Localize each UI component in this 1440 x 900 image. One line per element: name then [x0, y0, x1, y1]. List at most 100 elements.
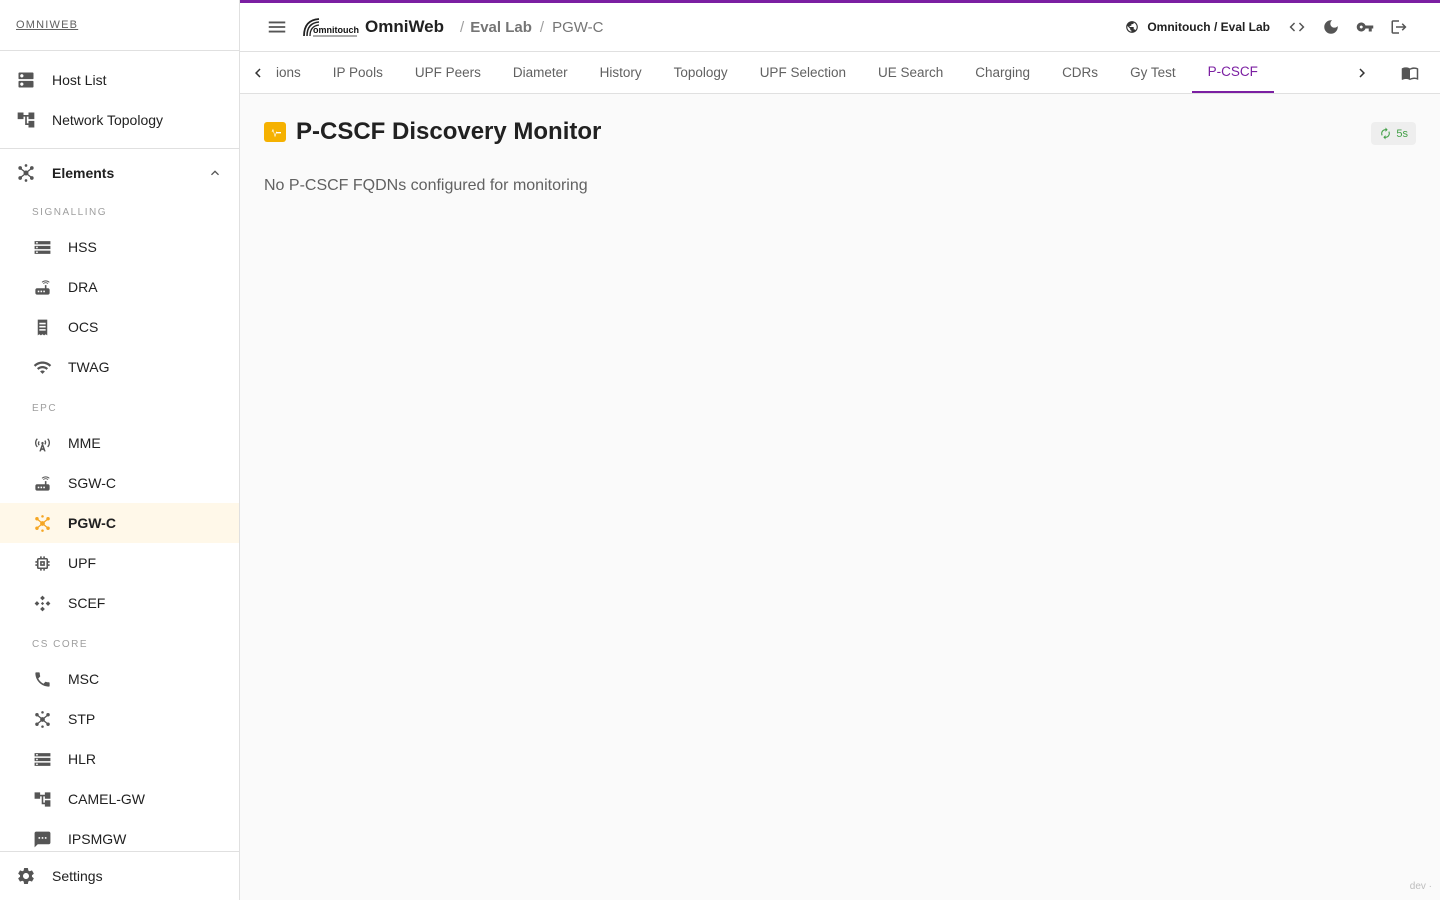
logout-icon	[1391, 20, 1407, 34]
chevron-left-icon	[255, 68, 261, 77]
sidebar-item-scef[interactable]: SCEF	[0, 583, 239, 623]
section-label-epc: EPC	[32, 402, 58, 414]
page-title: P-CSCF Discovery Monitor	[296, 118, 602, 145]
tab-history[interactable]: History	[584, 52, 658, 93]
router-icon	[32, 277, 52, 297]
monitor-heart-icon	[264, 122, 286, 142]
sidebar-item-sgw-c[interactable]: SGW-C	[0, 463, 239, 503]
sidebar-item-twag[interactable]: TWAG	[0, 347, 239, 387]
sidebar-item-label: UPF	[68, 555, 96, 571]
section-label-cs-core: CS CORE	[32, 638, 89, 650]
router-icon	[32, 473, 52, 493]
sidebar-item-label: OCS	[68, 319, 99, 335]
tabs-viewport: Sessions IP Pools UPF Peers Diameter His…	[276, 52, 1344, 93]
sidebar-item-label: CAMEL-GW	[68, 791, 145, 807]
app-title: OmniWeb	[365, 17, 445, 36]
wifi-icon	[32, 357, 52, 377]
hub-icon	[16, 163, 36, 183]
main-content: P-CSCF Discovery Monitor 5s No P-CSCF FQ…	[240, 94, 1440, 900]
top-actions: Omnitouch / Eval Lab	[1125, 10, 1416, 44]
storage-icon	[32, 749, 52, 769]
tab-ue-search[interactable]: UE Search	[862, 52, 959, 93]
top-app-bar: omnitouch OmniWeb / Eval Lab / PGW-C Omn…	[240, 0, 1440, 52]
sidebar-item-hss[interactable]: HSS	[0, 227, 239, 267]
hub-icon	[32, 709, 52, 729]
elements-group-toggle[interactable]: Elements	[0, 149, 239, 197]
sidebar-item-ocs[interactable]: OCS	[0, 307, 239, 347]
sidebar-item-label: TWAG	[68, 359, 110, 375]
sidebar-item-label: IPSMGW	[68, 831, 127, 847]
docs-button[interactable]	[1380, 52, 1440, 93]
sidebar-item-label: HLR	[68, 751, 97, 767]
sidebar-item-label: MME	[68, 435, 101, 451]
dark-mode-toggle[interactable]	[1314, 10, 1348, 44]
tab-gy-test[interactable]: Gy Test	[1114, 52, 1192, 93]
sms-icon	[32, 829, 52, 849]
menu-button[interactable]	[253, 3, 301, 51]
sidebar-item-mme[interactable]: MME	[0, 423, 239, 463]
sidebar-item-host-list[interactable]: Host List	[0, 60, 239, 100]
page-header: P-CSCF Discovery Monitor	[264, 118, 601, 146]
sidebar: OMNIWEB Host List Network Topology Eleme…	[0, 0, 240, 900]
sidebar-item-label: HSS	[68, 239, 97, 255]
tab-ip-pools[interactable]: IP Pools	[317, 52, 399, 93]
sidebar-item-network-topology[interactable]: Network Topology	[0, 100, 239, 140]
code-icon	[1289, 22, 1305, 32]
memory-icon	[32, 553, 52, 573]
sidebar-item-dra[interactable]: DRA	[0, 267, 239, 307]
menu-icon	[268, 21, 286, 33]
sidebar-item-pgw-c[interactable]: PGW-C	[0, 503, 239, 543]
sidebar-item-label: Host List	[52, 72, 107, 88]
breadcrumb-eval-lab[interactable]: Eval Lab	[470, 19, 532, 36]
sidebar-item-label: STP	[68, 711, 96, 727]
receipt-icon	[32, 317, 52, 337]
cell-tower-icon	[32, 433, 52, 453]
logo-wordmark: omnitouch	[313, 25, 359, 35]
sidebar-item-hlr[interactable]: HLR	[0, 739, 239, 779]
api-button[interactable]	[1280, 10, 1314, 44]
sidebar-item-label: SGW-C	[68, 475, 116, 491]
nav-top: Host List Network Topology	[0, 51, 239, 149]
key-icon	[1356, 22, 1374, 32]
sidebar-item-label: Network Topology	[52, 112, 164, 128]
brand-link[interactable]: OMNIWEB	[16, 19, 78, 31]
tab-upf-peers[interactable]: UPF Peers	[399, 52, 497, 93]
credentials-button[interactable]	[1348, 10, 1382, 44]
site-selector[interactable]: Omnitouch / Eval Lab	[1125, 20, 1270, 34]
sidebar-item-upf[interactable]: UPF	[0, 543, 239, 583]
section-label-signalling: SIGNALLING	[32, 206, 108, 218]
tab-cdrs[interactable]: CDRs	[1046, 52, 1114, 93]
sidebar-item-label: DRA	[68, 279, 98, 295]
tab-charging[interactable]: Charging	[959, 52, 1046, 93]
tab-topology[interactable]: Topology	[658, 52, 744, 93]
empty-state-message: No P-CSCF FQDNs configured for monitorin…	[264, 177, 588, 194]
dns-icon	[16, 70, 36, 90]
tab-scroll-right[interactable]	[1344, 52, 1380, 93]
account-tree-icon	[16, 110, 36, 130]
sidebar-item-msc[interactable]: MSC	[0, 659, 239, 699]
breadcrumb-pgw-c: PGW-C	[552, 18, 604, 36]
sidebar-item-settings[interactable]: Settings	[0, 851, 239, 900]
storage-icon	[32, 237, 52, 257]
sidebar-item-label: PGW-C	[68, 515, 116, 531]
tab-scroll-left[interactable]	[240, 52, 276, 93]
gear-icon	[16, 866, 36, 886]
refresh-interval-badge[interactable]: 5s	[1371, 122, 1416, 145]
menu-book-icon	[1401, 66, 1419, 80]
tab-upf-selection[interactable]: UPF Selection	[744, 52, 862, 93]
account-tree-icon	[32, 789, 52, 809]
omnitouch-logo: omnitouch	[303, 18, 359, 37]
tabs-track: Sessions IP Pools UPF Peers Diameter His…	[276, 52, 1274, 93]
site-label: Omnitouch / Eval Lab	[1147, 20, 1270, 34]
tab-sessions[interactable]: Sessions	[276, 52, 317, 93]
tab-bar: Sessions IP Pools UPF Peers Diameter His…	[240, 52, 1440, 94]
sidebar-item-camel-gw[interactable]: CAMEL-GW	[0, 779, 239, 819]
sidebar-item-stp[interactable]: STP	[0, 699, 239, 739]
chevron-right-icon	[1359, 68, 1365, 77]
tab-p-cscf[interactable]: P-CSCF	[1191, 52, 1274, 93]
logout-button[interactable]	[1382, 10, 1416, 44]
breadcrumb-separator: /	[460, 18, 465, 36]
brand[interactable]: OMNIWEB	[0, 0, 239, 51]
tab-diameter[interactable]: Diameter	[497, 52, 584, 93]
environment-label: dev ·	[1409, 881, 1432, 892]
